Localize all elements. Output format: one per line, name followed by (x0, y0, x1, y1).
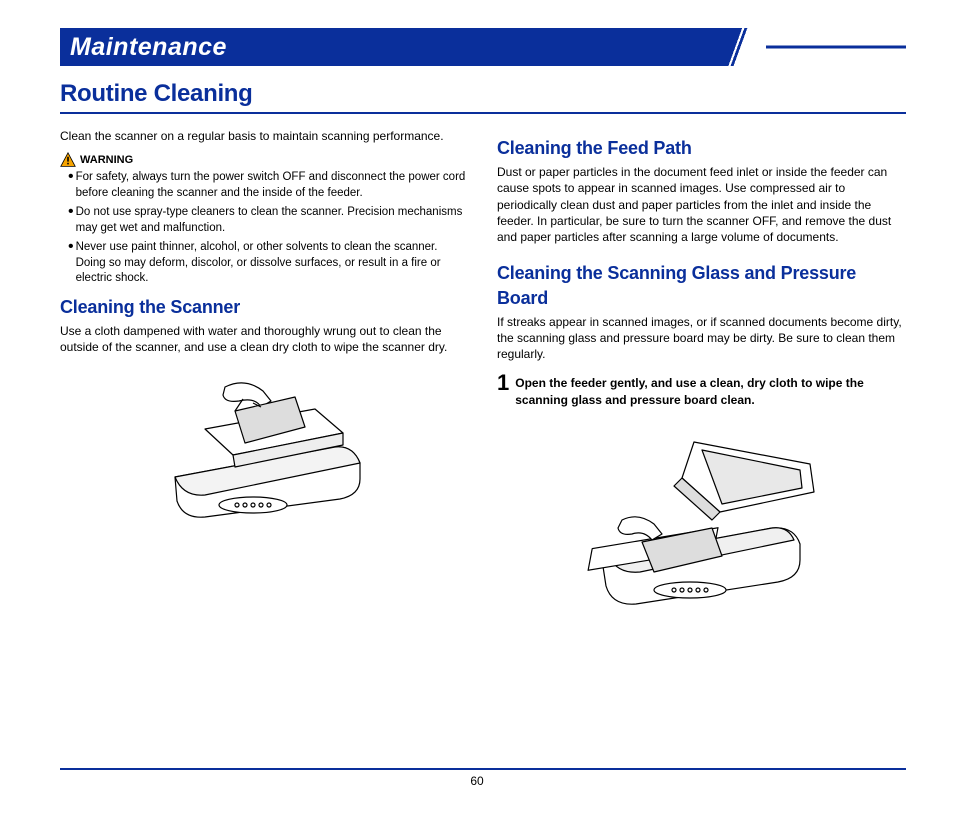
illustration-wipe-glass (562, 420, 842, 620)
left-column: Clean the scanner on a regular basis to … (60, 128, 469, 624)
warning-header: WARNING (60, 152, 469, 168)
warning-item: •Never use paint thinner, alcohol, or ot… (68, 240, 469, 287)
warning-list: •For safety, always turn the power switc… (60, 170, 469, 287)
step-1: 1 Open the feeder gently, and use a clea… (497, 372, 906, 407)
section-rule (60, 112, 906, 114)
step-number: 1 (497, 372, 509, 394)
section-title: Routine Cleaning (60, 80, 906, 108)
warning-item: •Do not use spray-type cleaners to clean… (68, 205, 469, 236)
illustration-wipe-scanner (135, 367, 395, 527)
right-column: Cleaning the Feed Path Dust or paper par… (497, 128, 906, 624)
warning-item: •For safety, always turn the power switc… (68, 170, 469, 201)
cleaning-scanner-body: Use a cloth dampened with water and thor… (60, 323, 469, 355)
feed-path-body: Dust or paper particles in the document … (497, 164, 906, 245)
chapter-banner: Maintenance (60, 28, 906, 66)
intro-text: Clean the scanner on a regular basis to … (60, 128, 469, 144)
warning-label: WARNING (80, 153, 133, 168)
glass-board-body: If streaks appear in scanned images, or … (497, 314, 906, 363)
footer-rule (60, 768, 906, 770)
page-number: 60 (0, 774, 954, 788)
warning-icon (60, 152, 76, 168)
subheading-glass-board: Cleaning the Scanning Glass and Pressure… (497, 261, 906, 310)
subheading-cleaning-scanner: Cleaning the Scanner (60, 295, 469, 319)
content-columns: Clean the scanner on a regular basis to … (60, 128, 906, 624)
page: Maintenance Routine Cleaning Clean the s… (0, 0, 954, 818)
step-text: Open the feeder gently, and use a clean,… (515, 372, 906, 407)
subheading-feed-path: Cleaning the Feed Path (497, 136, 906, 160)
chapter-title: Maintenance (60, 28, 906, 66)
